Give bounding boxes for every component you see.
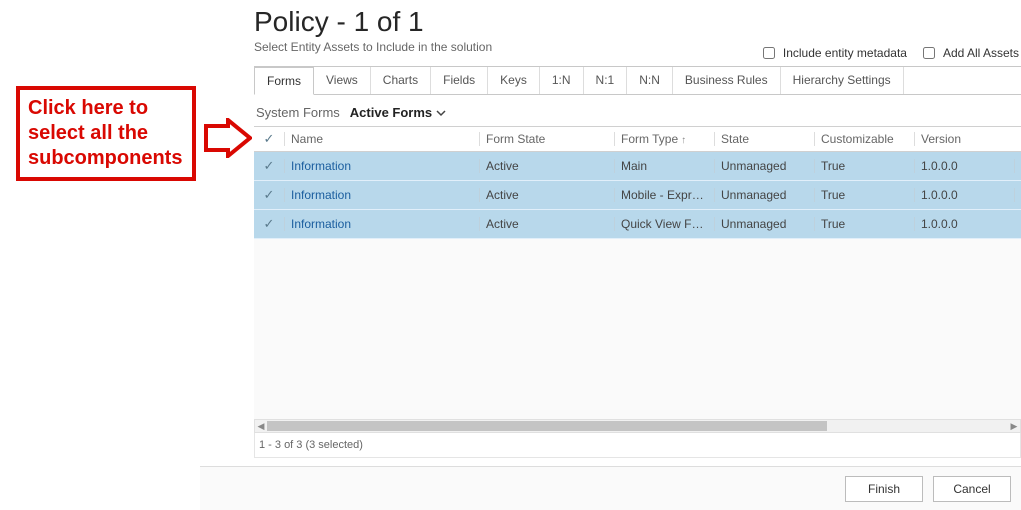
finish-button[interactable]: Finish: [845, 476, 923, 502]
cell-name[interactable]: Information: [284, 188, 479, 202]
dialog-footer: Finish Cancel: [200, 466, 1021, 510]
cancel-button[interactable]: Cancel: [933, 476, 1011, 502]
view-label: System Forms: [256, 105, 340, 120]
view-selector-text: Active Forms: [350, 105, 432, 120]
cell-state: Unmanaged: [714, 217, 814, 231]
col-header-form-type[interactable]: Form Type↑: [614, 132, 714, 146]
row-checkbox[interactable]: ✓: [254, 216, 284, 232]
cell-description: A fo: [1014, 159, 1021, 173]
row-checkbox[interactable]: ✓: [254, 187, 284, 203]
annotation-arrow: [204, 118, 252, 158]
col-header-name[interactable]: Name: [284, 132, 479, 146]
tab-forms[interactable]: Forms: [254, 67, 314, 95]
table-row[interactable]: ✓ Information Active Quick View Form Unm…: [254, 210, 1021, 239]
cell-form-state: Active: [479, 159, 614, 173]
sort-asc-icon: ↑: [681, 135, 686, 146]
cell-customizable: True: [814, 188, 914, 202]
include-metadata-checkbox[interactable]: [763, 47, 775, 59]
cell-form-state: Active: [479, 188, 614, 202]
include-metadata-label: Include entity metadata: [783, 46, 907, 60]
grid-empty-area: [254, 239, 1021, 419]
cell-customizable: True: [814, 159, 914, 173]
check-icon: ✓: [264, 216, 275, 232]
select-all-checkbox[interactable]: ✓: [254, 131, 284, 147]
col-header-form-state[interactable]: Form State: [479, 132, 614, 146]
include-metadata-option[interactable]: Include entity metadata: [759, 44, 907, 62]
col-header-form-type-text: Form Type: [621, 132, 678, 146]
scrollbar-thumb[interactable]: [267, 421, 827, 431]
chevron-down-icon: [436, 108, 446, 118]
cell-state: Unmanaged: [714, 188, 814, 202]
cell-version: 1.0.0.0: [914, 159, 1014, 173]
cell-form-state: Active: [479, 217, 614, 231]
add-all-assets-option[interactable]: Add All Assets: [919, 44, 1019, 62]
forms-grid: ✓ Name Form State Form Type↑ State Custo…: [254, 126, 1021, 458]
check-icon: ✓: [264, 131, 275, 147]
tab-n1[interactable]: N:1: [584, 67, 628, 94]
cell-customizable: True: [814, 217, 914, 231]
view-selector[interactable]: Active Forms: [350, 105, 446, 120]
col-header-state[interactable]: State: [714, 132, 814, 146]
cell-form-type: Main: [614, 159, 714, 173]
tab-business-rules[interactable]: Business Rules: [673, 67, 781, 94]
grid-header-row: ✓ Name Form State Form Type↑ State Custo…: [254, 126, 1021, 152]
tab-1n[interactable]: 1:N: [540, 67, 584, 94]
tab-nn[interactable]: N:N: [627, 67, 673, 94]
cell-form-type: Quick View Form: [614, 217, 714, 231]
check-icon: ✓: [264, 158, 275, 174]
tab-keys[interactable]: Keys: [488, 67, 540, 94]
table-row[interactable]: ✓ Information Active Main Unmanaged True…: [254, 152, 1021, 181]
cell-form-type: Mobile - Express: [614, 188, 714, 202]
cell-description: This: [1014, 188, 1021, 202]
scroll-left-icon[interactable]: ◀: [255, 421, 267, 432]
col-header-customizable[interactable]: Customizable: [814, 132, 914, 146]
horizontal-scrollbar[interactable]: ◀ ▶: [254, 419, 1021, 433]
tab-hierarchy-settings[interactable]: Hierarchy Settings: [781, 67, 904, 94]
page-title: Policy - 1 of 1: [254, 6, 1021, 38]
tab-bar: Forms Views Charts Fields Keys 1:N N:1 N…: [254, 66, 1021, 95]
cell-name[interactable]: Information: [284, 217, 479, 231]
add-all-assets-label: Add All Assets: [943, 46, 1019, 60]
tab-charts[interactable]: Charts: [371, 67, 431, 94]
tab-fields[interactable]: Fields: [431, 67, 488, 94]
col-header-version[interactable]: Version: [914, 132, 1014, 146]
check-icon: ✓: [264, 187, 275, 203]
row-checkbox[interactable]: ✓: [254, 158, 284, 174]
cell-state: Unmanaged: [714, 159, 814, 173]
table-row[interactable]: ✓ Information Active Mobile - Express Un…: [254, 181, 1021, 210]
grid-status: 1 - 3 of 3 (3 selected): [254, 433, 1021, 458]
cell-version: 1.0.0.0: [914, 188, 1014, 202]
add-all-assets-checkbox[interactable]: [923, 47, 935, 59]
cell-name[interactable]: Information: [284, 159, 479, 173]
scroll-right-icon[interactable]: ▶: [1008, 421, 1020, 432]
annotation-callout: Click here to select all the subcomponen…: [16, 86, 196, 181]
cell-version: 1.0.0.0: [914, 217, 1014, 231]
tab-views[interactable]: Views: [314, 67, 371, 94]
